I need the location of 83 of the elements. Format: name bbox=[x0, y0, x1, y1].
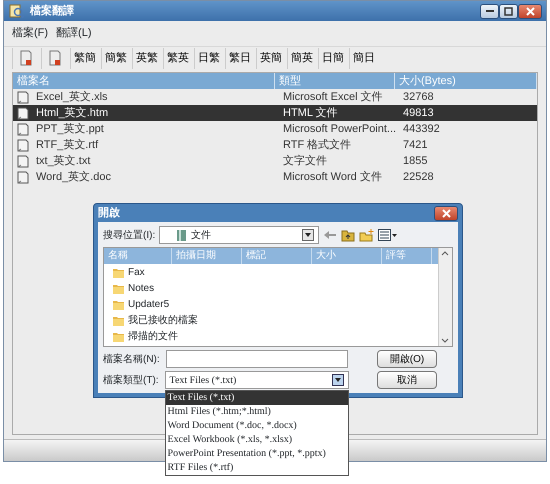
toolbar-button[interactable]: 繁英 bbox=[163, 48, 192, 69]
file-size: 443392 bbox=[402, 122, 440, 137]
table-row[interactable]: Word_英文.doc Microsoft Word 文件 22528 bbox=[13, 169, 537, 185]
toolbar-button[interactable]: 英繁 bbox=[132, 48, 161, 69]
file-name: Excel_英文.xls bbox=[35, 90, 108, 105]
document-icon bbox=[48, 50, 62, 66]
file-size: 49813 bbox=[402, 106, 434, 121]
file-name: txt_英文.txt bbox=[35, 154, 90, 169]
file-name: Word_英文.doc bbox=[35, 170, 111, 185]
file-size: 7421 bbox=[402, 138, 428, 153]
dropdown-option[interactable]: RTF Files (*.rtf) bbox=[166, 461, 348, 475]
dropdown-option[interactable]: PowerPoint Presentation (*.ppt, *.pptx) bbox=[166, 447, 348, 461]
dropdown-option[interactable]: Text Files (*.txt) bbox=[166, 391, 348, 405]
close-button[interactable] bbox=[518, 4, 542, 18]
menu-item[interactable]: 檔案(F) bbox=[12, 25, 48, 42]
location-dropdown[interactable]: 文件 bbox=[159, 226, 320, 244]
folder-item[interactable]: Fax bbox=[104, 264, 438, 280]
document-icon bbox=[17, 106, 29, 120]
table-row[interactable]: txt_英文.txt 文字文件 1855 bbox=[13, 153, 537, 169]
up-folder-icon[interactable] bbox=[341, 228, 356, 242]
file-size: 22528 bbox=[402, 170, 434, 185]
file-size: 32768 bbox=[402, 90, 434, 105]
file-name: Html_英文.htm bbox=[35, 106, 108, 121]
file-name-field[interactable] bbox=[166, 350, 348, 368]
folder-item[interactable]: 我已接收的檔案 bbox=[104, 312, 438, 328]
field-label: 搜尋位置(I): bbox=[103, 228, 156, 242]
close-icon bbox=[526, 6, 534, 16]
minimize-icon bbox=[486, 10, 494, 12]
caret-icon bbox=[332, 374, 344, 386]
toolbar-button[interactable]: 簡日 bbox=[349, 48, 378, 69]
document-icon bbox=[17, 170, 29, 184]
toolbar-button[interactable]: 日簡 bbox=[318, 48, 347, 69]
field-label: 檔案類型(T): bbox=[103, 374, 159, 388]
new-folder-icon[interactable] bbox=[359, 228, 374, 242]
document-icon bbox=[17, 138, 29, 152]
file-name: PPT_英文.ppt bbox=[35, 122, 104, 137]
table-row[interactable]: Excel_英文.xls Microsoft Excel 文件 32768 bbox=[13, 89, 537, 105]
table-row[interactable]: PPT_英文.ppt Microsoft PowerPoint... 443392 bbox=[13, 121, 537, 137]
toolbar-button[interactable]: 繁日 bbox=[225, 48, 254, 69]
file-type: Microsoft Excel 文件 bbox=[282, 90, 383, 105]
scrollbar[interactable] bbox=[438, 248, 452, 346]
file-type-value: Text Files (*.txt) bbox=[170, 374, 238, 388]
toolbar-button[interactable]: 英簡 bbox=[256, 48, 285, 69]
app-icon bbox=[8, 3, 24, 19]
maximize-icon bbox=[504, 6, 513, 16]
file-name: RTF_英文.rtf bbox=[35, 138, 98, 153]
document-icon bbox=[17, 122, 29, 136]
dropdown-option[interactable]: Word Document (*.doc, *.docx) bbox=[166, 419, 348, 433]
toolbar-button[interactable]: 繁簡 bbox=[70, 48, 99, 69]
toolbar-button[interactable]: 日繁 bbox=[194, 48, 223, 69]
document-icon bbox=[17, 154, 29, 168]
location-value: 文件 bbox=[191, 228, 212, 242]
view-menu-icon[interactable] bbox=[378, 229, 398, 241]
document-icon bbox=[17, 90, 29, 104]
file-type: Microsoft PowerPoint... bbox=[282, 122, 396, 137]
table-row[interactable]: RTF_英文.rtf RTF 格式文件 7421 bbox=[13, 137, 537, 153]
file-type: Microsoft Word 文件 bbox=[282, 170, 382, 185]
file-size: 1855 bbox=[402, 154, 428, 169]
cancel-button[interactable]: 取消 bbox=[377, 371, 437, 389]
close-button[interactable] bbox=[434, 206, 458, 220]
folder-item[interactable]: Updater5 bbox=[104, 296, 438, 312]
table-row[interactable]: Html_英文.htm HTML 文件 49813 bbox=[13, 105, 537, 121]
field-label: 檔案名稱(N): bbox=[103, 352, 160, 366]
dialog-title: 開啟 bbox=[98, 206, 120, 221]
folder-item[interactable]: 掃描的文件 bbox=[104, 328, 438, 344]
close-icon bbox=[442, 208, 450, 218]
file-type-dropdown[interactable]: Text Files (*.txt) bbox=[164, 371, 349, 389]
file-type: 文字文件 bbox=[282, 154, 327, 169]
dropdown-option[interactable]: Html Files (*.htm;*.html) bbox=[166, 405, 348, 419]
toolbar-button[interactable]: 簡英 bbox=[287, 48, 316, 69]
toolbar-button[interactable]: 簡繁 bbox=[101, 48, 130, 69]
file-type: RTF 格式文件 bbox=[282, 138, 352, 153]
open-button[interactable]: 開啟(O) bbox=[377, 350, 437, 368]
caret-icon bbox=[302, 229, 314, 241]
maximize-button[interactable] bbox=[499, 4, 518, 18]
file-type: HTML 文件 bbox=[282, 106, 338, 121]
window-title: 檔案翻譯 bbox=[30, 3, 75, 19]
library-icon bbox=[176, 228, 188, 242]
minimize-button[interactable] bbox=[480, 4, 499, 18]
dropdown-option[interactable]: Excel Workbook (*.xls, *.xlsx) bbox=[166, 433, 348, 447]
folder-item[interactable]: Notes bbox=[104, 280, 438, 296]
menu-item[interactable]: 翻譯(L) bbox=[56, 25, 92, 42]
document-icon bbox=[19, 50, 33, 66]
